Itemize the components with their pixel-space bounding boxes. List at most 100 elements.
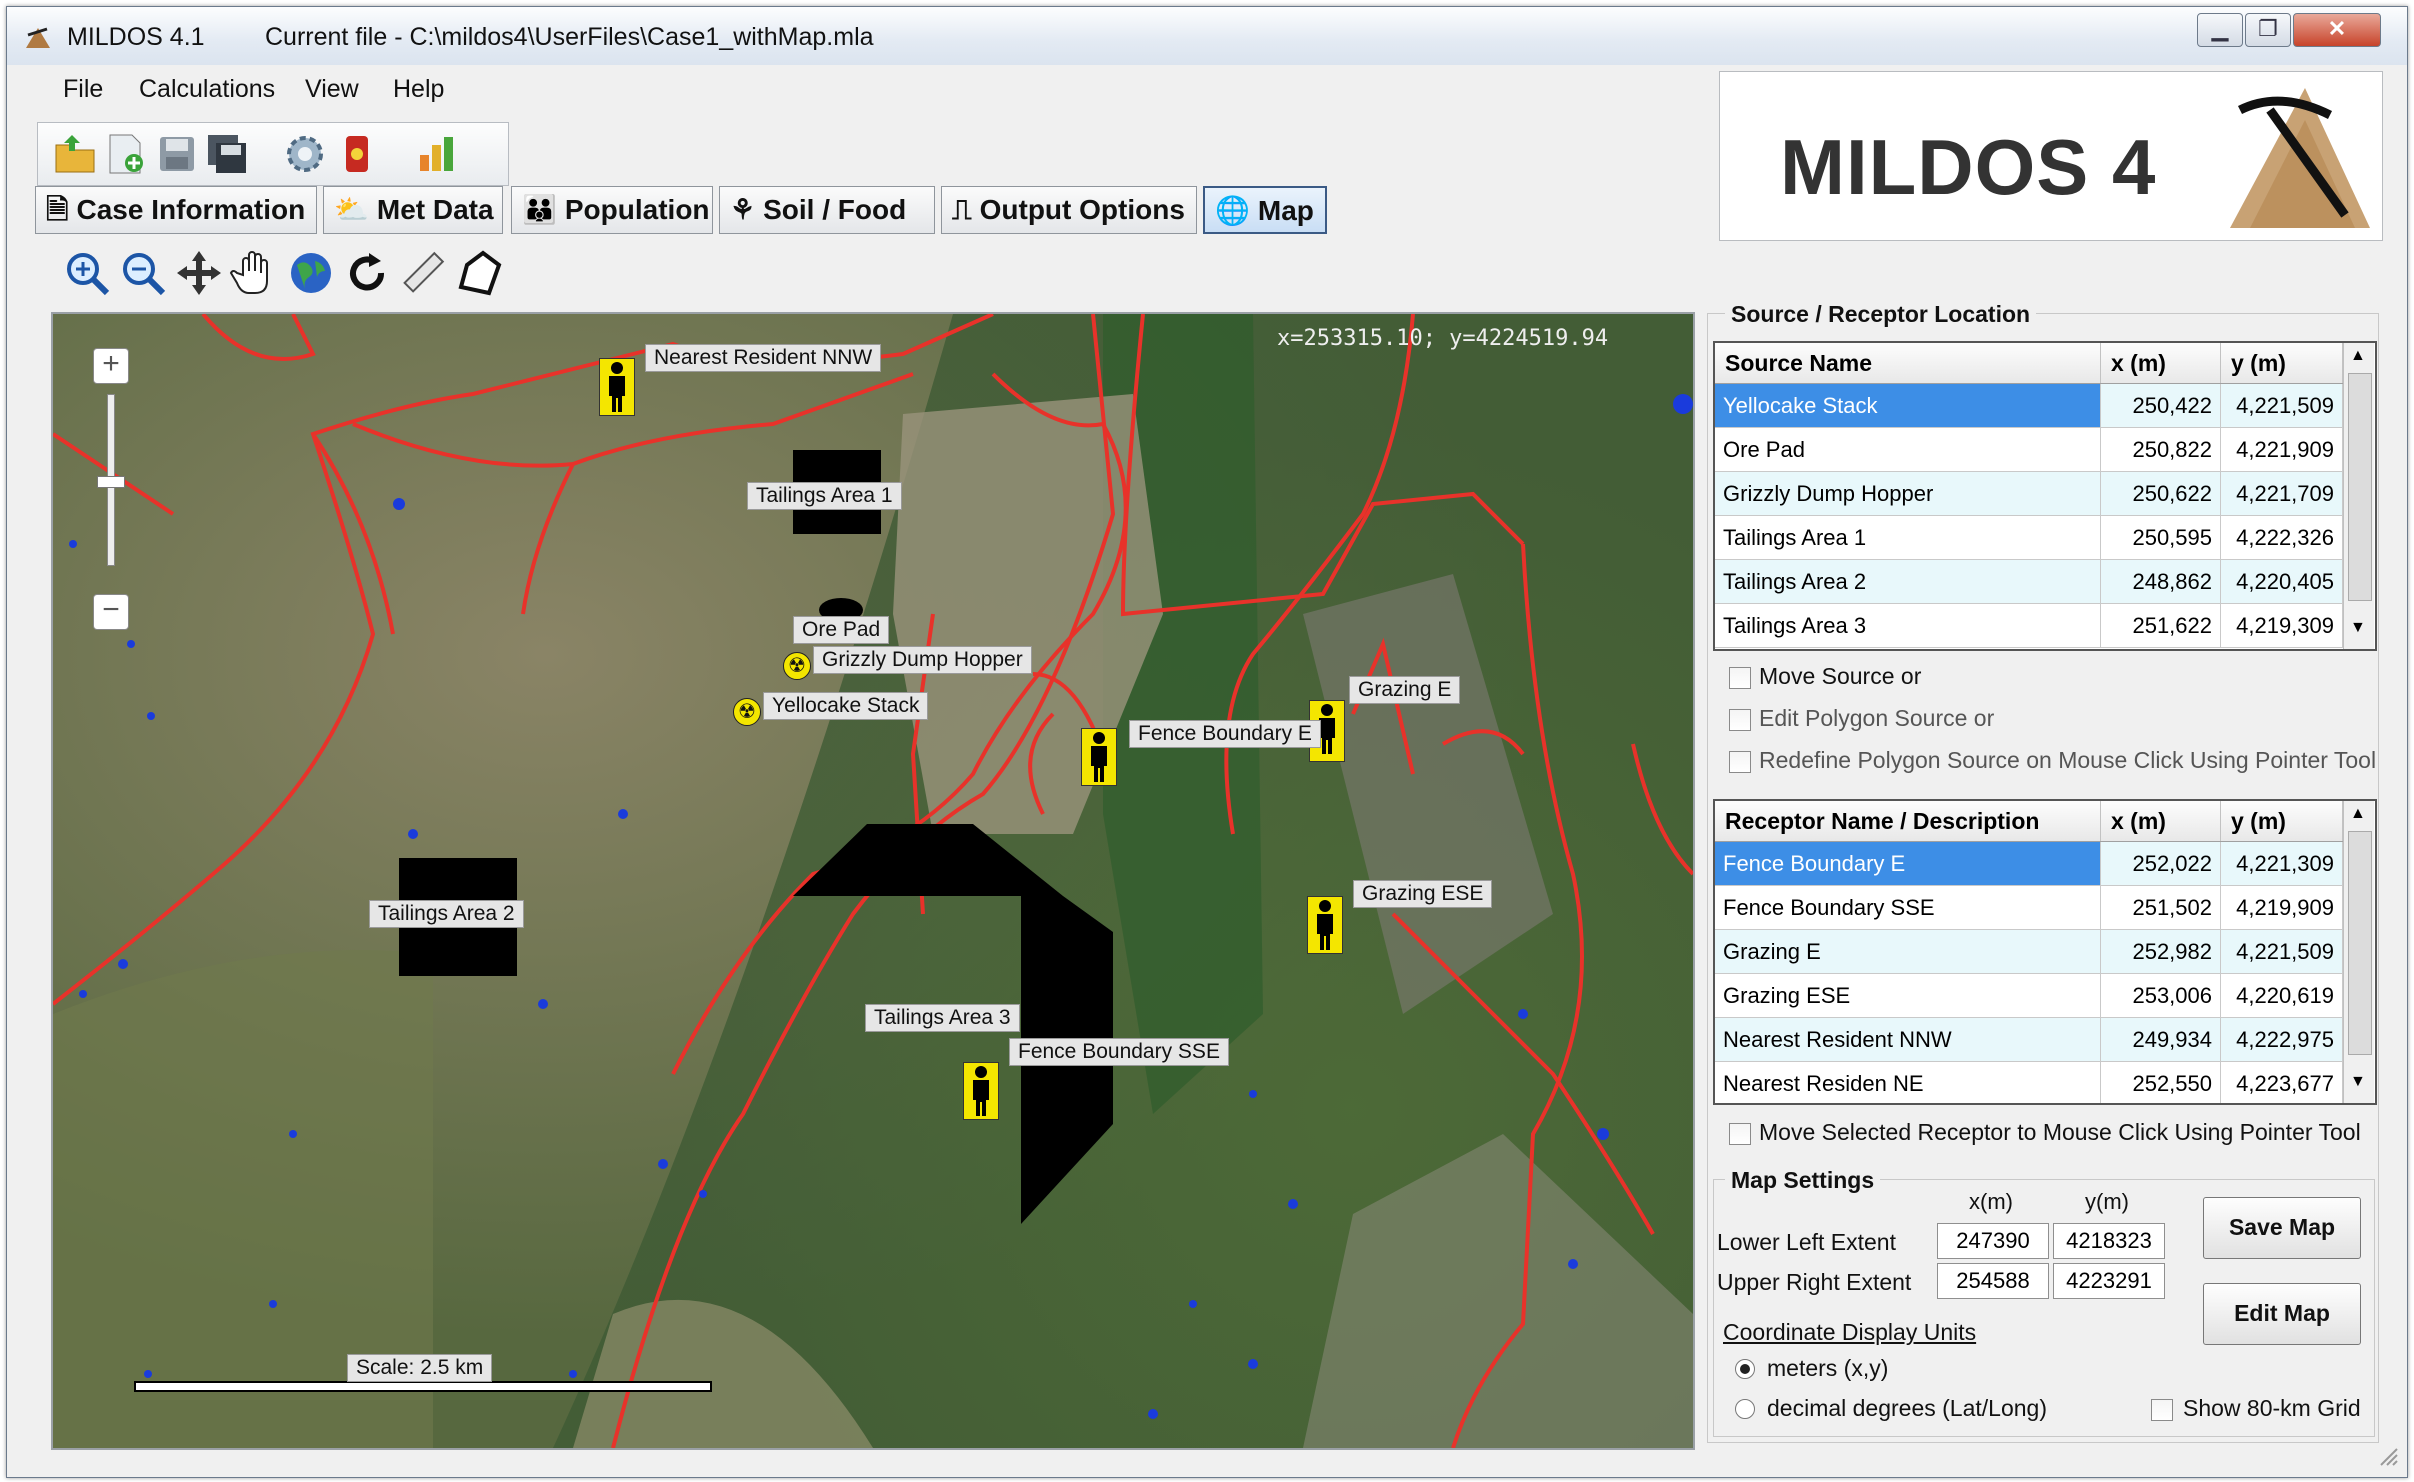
move-receptor-checkbox[interactable] xyxy=(1729,1123,1751,1145)
cell-x[interactable]: 249,934 xyxy=(2101,1018,2221,1061)
bar-chart-icon[interactable] xyxy=(414,131,460,177)
cell-y[interactable]: 4,223,677 xyxy=(2221,1062,2343,1103)
move-source-checkbox[interactable] xyxy=(1729,667,1751,689)
source-table-scrollbar[interactable]: ▲ ▼ xyxy=(2343,343,2374,649)
zoom-in-icon[interactable] xyxy=(61,247,113,299)
cell-x[interactable]: 252,022 xyxy=(2101,842,2221,885)
column-y[interactable]: y (m) xyxy=(2221,343,2343,383)
cell-y[interactable]: 4,219,909 xyxy=(2221,886,2343,929)
close-button[interactable]: ✕ xyxy=(2293,13,2381,47)
radiation-source-icon[interactable]: ☢ xyxy=(783,652,811,680)
zoom-out-icon[interactable] xyxy=(117,247,169,299)
hand-icon[interactable] xyxy=(229,247,281,299)
table-row[interactable]: Grazing E 252,982 4,221,509 xyxy=(1715,930,2343,974)
table-row[interactable]: Nearest Resident NNW 249,934 4,222,975 xyxy=(1715,1018,2343,1062)
cell-name[interactable]: Grizzly Dump Hopper xyxy=(1715,472,2101,515)
ruler-icon[interactable] xyxy=(397,247,449,299)
cell-y[interactable]: 4,222,326 xyxy=(2221,516,2343,559)
cell-x[interactable]: 253,006 xyxy=(2101,974,2221,1017)
scroll-up-arrow[interactable]: ▲ xyxy=(2350,805,2366,823)
cell-name[interactable]: Tailings Area 1 xyxy=(1715,516,2101,559)
map-zoom-in-button[interactable]: + xyxy=(93,348,129,384)
scroll-thumb[interactable] xyxy=(2348,831,2372,1055)
new-file-icon[interactable] xyxy=(102,131,148,177)
radiation-drum-icon[interactable] xyxy=(334,131,380,177)
save-map-button[interactable]: Save Map xyxy=(2203,1197,2361,1259)
cell-x[interactable]: 250,622 xyxy=(2101,472,2221,515)
menu-help[interactable]: Help xyxy=(393,75,444,104)
cell-y[interactable]: 4,219,309 xyxy=(2221,604,2343,647)
tab-soil-food[interactable]: ⚘ Soil / Food xyxy=(719,186,935,234)
scroll-thumb[interactable] xyxy=(2348,373,2372,601)
globe-icon[interactable] xyxy=(285,247,337,299)
scroll-up-arrow[interactable]: ▲ xyxy=(2350,347,2366,365)
refresh-icon[interactable] xyxy=(341,247,393,299)
save-icon[interactable] xyxy=(154,131,200,177)
cell-y[interactable]: 4,220,405 xyxy=(2221,560,2343,603)
cell-name[interactable]: Fence Boundary E xyxy=(1715,842,2101,885)
menu-calculations[interactable]: Calculations xyxy=(139,75,275,104)
receptor-marker-nearest-resident-nnw[interactable] xyxy=(599,358,635,416)
upper-right-x-field[interactable]: 254588 xyxy=(1937,1263,2049,1299)
cell-x[interactable]: 250,422 xyxy=(2101,384,2221,427)
pan-arrows-icon[interactable] xyxy=(173,247,225,299)
redefine-polygon-checkbox[interactable] xyxy=(1729,751,1751,773)
menu-file[interactable]: File xyxy=(63,75,103,104)
tab-met-data[interactable]: ⛅ Met Data xyxy=(323,186,503,234)
map-view[interactable]: x=253315.10; y=4224519.94 + − ☢ ☢ Neares… xyxy=(51,312,1695,1450)
cell-y[interactable]: 4,220,619 xyxy=(2221,974,2343,1017)
open-folder-icon[interactable] xyxy=(52,131,98,177)
receptor-marker-grazing-ese[interactable] xyxy=(1307,896,1343,954)
cell-name[interactable]: Fence Boundary SSE xyxy=(1715,886,2101,929)
cell-y[interactable]: 4,221,509 xyxy=(2221,384,2343,427)
units-meters-radio[interactable] xyxy=(1735,1359,1755,1379)
table-row[interactable]: Grazing ESE 253,006 4,220,619 xyxy=(1715,974,2343,1018)
receptor-marker-fence-boundary-sse[interactable] xyxy=(963,1062,999,1120)
edit-map-button[interactable]: Edit Map xyxy=(2203,1283,2361,1345)
save-all-icon[interactable] xyxy=(204,131,250,177)
scroll-down-arrow[interactable]: ▼ xyxy=(2350,619,2366,637)
cell-y[interactable]: 4,221,709 xyxy=(2221,472,2343,515)
cell-x[interactable]: 252,982 xyxy=(2101,930,2221,973)
cell-y[interactable]: 4,222,975 xyxy=(2221,1018,2343,1061)
table-row[interactable]: Fence Boundary SSE 251,502 4,219,909 xyxy=(1715,886,2343,930)
cell-name[interactable]: Tailings Area 3 xyxy=(1715,604,2101,647)
cell-name[interactable]: Yellocake Stack xyxy=(1715,384,2101,427)
cell-x[interactable]: 251,622 xyxy=(2101,604,2221,647)
tab-population[interactable]: 👪 Population xyxy=(511,186,713,234)
column-source-name[interactable]: Source Name xyxy=(1715,343,2101,383)
zoom-slider-handle[interactable] xyxy=(97,476,125,488)
upper-right-y-field[interactable]: 4223291 xyxy=(2053,1263,2165,1299)
cell-x[interactable]: 252,550 xyxy=(2101,1062,2221,1103)
menu-view[interactable]: View xyxy=(305,75,359,104)
table-row[interactable]: Fence Boundary E 252,022 4,221,309 xyxy=(1715,842,2343,886)
cell-name[interactable]: Nearest Residen NE xyxy=(1715,1062,2101,1103)
settings-gear-icon[interactable] xyxy=(282,131,328,177)
lower-left-x-field[interactable]: 247390 xyxy=(1937,1223,2049,1259)
cell-name[interactable]: Grazing ESE xyxy=(1715,974,2101,1017)
cell-y[interactable]: 4,221,909 xyxy=(2221,428,2343,471)
cell-x[interactable]: 250,595 xyxy=(2101,516,2221,559)
polygon-icon[interactable] xyxy=(453,247,505,299)
table-row[interactable]: Ore Pad 250,822 4,221,909 xyxy=(1715,428,2343,472)
cell-name[interactable]: Nearest Resident NNW xyxy=(1715,1018,2101,1061)
cell-x[interactable]: 250,822 xyxy=(2101,428,2221,471)
show-grid-checkbox[interactable] xyxy=(2151,1399,2173,1421)
tab-map[interactable]: 🌐 Map xyxy=(1203,186,1327,234)
scroll-down-arrow[interactable]: ▼ xyxy=(2350,1073,2366,1091)
table-row[interactable]: Nearest Residen NE 252,550 4,223,677 xyxy=(1715,1062,2343,1103)
cell-y[interactable]: 4,221,309 xyxy=(2221,842,2343,885)
cell-y[interactable]: 4,221,509 xyxy=(2221,930,2343,973)
tab-case-information[interactable]: 🗎 Case Information xyxy=(35,186,317,234)
table-row[interactable]: Grizzly Dump Hopper 250,622 4,221,709 xyxy=(1715,472,2343,516)
column-receptor-name[interactable]: Receptor Name / Description xyxy=(1715,801,2101,841)
cell-name[interactable]: Grazing E xyxy=(1715,930,2101,973)
radiation-source-icon[interactable]: ☢ xyxy=(733,698,761,726)
minimize-button[interactable]: ▁ xyxy=(2197,13,2243,47)
map-zoom-out-button[interactable]: − xyxy=(93,594,129,630)
column-x[interactable]: x (m) xyxy=(2101,343,2221,383)
units-degrees-radio[interactable] xyxy=(1735,1399,1755,1419)
column-x[interactable]: x (m) xyxy=(2101,801,2221,841)
receptor-table-scrollbar[interactable]: ▲ ▼ xyxy=(2343,801,2374,1103)
restore-button[interactable]: ❐ xyxy=(2245,13,2291,47)
